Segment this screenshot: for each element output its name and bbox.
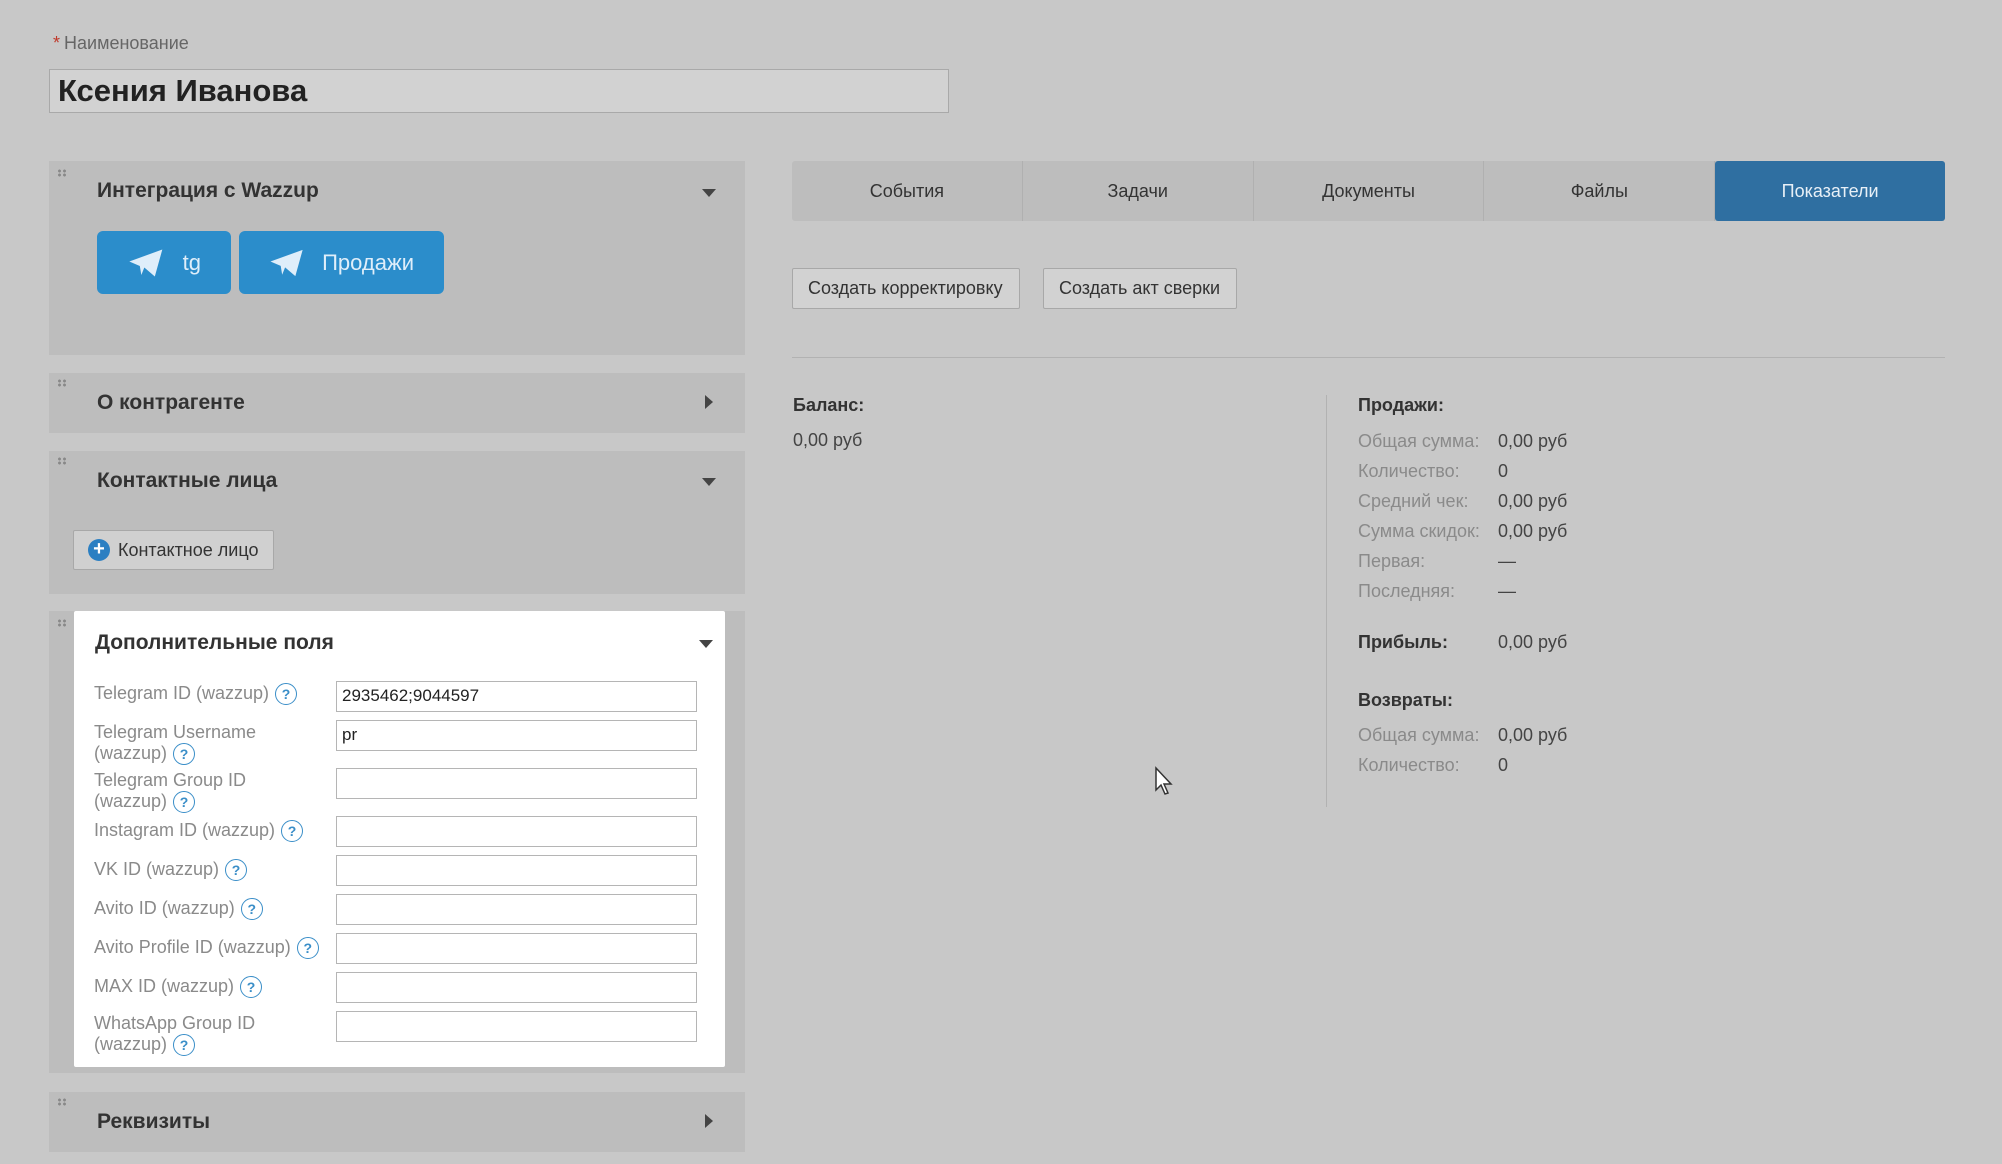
wazzup-sales-button[interactable]: Продажи (239, 231, 444, 294)
name-label: * Наименование (53, 33, 189, 54)
extra-fields-panel: Дополнительные поля Telegram ID (wazzup)… (49, 611, 745, 1073)
sales-discounts-value: 0,00 руб (1498, 521, 1568, 541)
sales-avg-value: 0,00 руб (1498, 491, 1568, 511)
help-icon[interactable]: ? (240, 976, 263, 999)
tab-bar: События Задачи Документы Файлы Показател… (792, 161, 1945, 221)
field-label: Telegram Username (wazzup)? (94, 722, 324, 766)
create-correction-button[interactable]: Создать корректировку (792, 268, 1020, 309)
sales-last-value: — (1498, 581, 1516, 601)
instagram-id-input[interactable] (336, 816, 697, 847)
sales-avg-label: Средний чек: (1358, 491, 1469, 511)
contacts-panel: Контактные лица + Контактное лицо (49, 451, 745, 594)
profit-value: 0,00 руб (1498, 632, 1568, 652)
returns-count-label: Количество: (1358, 755, 1460, 775)
wazzup-panel: Интеграция с Wazzup tg Продажи (49, 161, 745, 355)
field-label: Telegram Group ID (wazzup)? (94, 770, 324, 814)
sales-total-label: Общая сумма: (1358, 431, 1480, 451)
field-label: Telegram ID (wazzup)? (94, 683, 324, 706)
contacts-panel-title: Контактные лица (97, 469, 278, 492)
add-contact-label: Контактное лицо (118, 539, 259, 560)
add-contact-button[interactable]: + Контактное лицо (73, 530, 274, 570)
requisites-panel-title: Реквизиты (97, 1110, 211, 1133)
about-panel[interactable]: О контрагенте (49, 373, 745, 433)
returns-count-value: 0 (1498, 755, 1509, 775)
returns-total-value: 0,00 руб (1498, 725, 1568, 745)
plus-icon: + (88, 539, 110, 561)
telegram-icon (270, 249, 303, 276)
field-label: Avito ID (wazzup)? (94, 898, 324, 921)
drag-handle-icon[interactable] (57, 619, 67, 627)
telegram-id-input[interactable]: 2935462;9044597 (336, 681, 697, 712)
tab-indicators[interactable]: Показатели (1715, 161, 1945, 221)
collapse-icon[interactable] (699, 640, 713, 648)
sales-count-value: 0 (1498, 461, 1509, 481)
create-reconciliation-button[interactable]: Создать акт сверки (1043, 268, 1237, 309)
balance-value: 0,00 руб (793, 430, 863, 450)
help-icon[interactable]: ? (225, 859, 248, 882)
help-icon[interactable]: ? (173, 743, 196, 766)
wazzup-sales-label: Продажи (322, 249, 414, 275)
name-input[interactable]: Ксения Иванова (49, 69, 949, 113)
drag-handle-icon[interactable] (57, 379, 67, 387)
divider (1326, 395, 1327, 807)
help-icon[interactable]: ? (275, 683, 298, 706)
avito-profile-id-input[interactable] (336, 933, 697, 964)
telegram-icon (129, 249, 163, 276)
sales-count-label: Количество: (1358, 461, 1460, 481)
tab-events[interactable]: События (792, 161, 1023, 221)
field-label: Instagram ID (wazzup)? (94, 820, 324, 843)
avito-id-input[interactable] (336, 894, 697, 925)
extra-fields-card: Дополнительные поля Telegram ID (wazzup)… (74, 611, 725, 1067)
drag-handle-icon[interactable] (57, 169, 67, 177)
help-icon[interactable]: ? (296, 937, 319, 960)
tab-files[interactable]: Файлы (1484, 161, 1716, 221)
telegram-username-input[interactable]: pr (336, 720, 697, 751)
collapse-icon[interactable] (702, 478, 716, 486)
collapse-icon[interactable] (702, 189, 716, 197)
drag-handle-icon[interactable] (57, 457, 67, 465)
requisites-panel[interactable]: Реквизиты (49, 1092, 745, 1152)
sales-first-value: — (1498, 551, 1516, 571)
sales-first-label: Первая: (1358, 551, 1426, 571)
expand-icon[interactable] (705, 1114, 713, 1128)
sales-title: Продажи: (1358, 395, 1444, 415)
extra-panel-title: Дополнительные поля (95, 631, 334, 654)
returns-title: Возвраты: (1358, 690, 1453, 710)
tab-documents[interactable]: Документы (1254, 161, 1485, 221)
returns-total-label: Общая сумма: (1358, 725, 1480, 745)
vk-id-input[interactable] (336, 855, 697, 886)
name-label-text: Наименование (64, 33, 189, 53)
sales-total-value: 0,00 руб (1498, 431, 1568, 451)
field-label: Avito Profile ID (wazzup)? (94, 937, 344, 960)
max-id-input[interactable] (336, 972, 697, 1003)
telegram-group-id-input[interactable] (336, 768, 697, 799)
required-mark: * (53, 33, 61, 53)
mouse-cursor-icon (1155, 766, 1173, 795)
drag-handle-icon[interactable] (57, 1098, 67, 1106)
wazzup-panel-title: Интеграция с Wazzup (97, 179, 319, 202)
expand-icon[interactable] (705, 395, 713, 409)
field-label: WhatsApp Group ID (wazzup)? (94, 1013, 324, 1057)
sales-discounts-label: Сумма скидок: (1358, 521, 1480, 541)
help-icon[interactable]: ? (281, 820, 304, 843)
sales-last-label: Последняя: (1358, 581, 1456, 601)
field-label: VK ID (wazzup)? (94, 859, 324, 882)
wazzup-tg-button[interactable]: tg (97, 231, 231, 294)
help-icon[interactable]: ? (173, 791, 196, 814)
help-icon[interactable]: ? (240, 898, 263, 921)
divider (792, 357, 1945, 358)
wazzup-tg-label: tg (182, 249, 201, 275)
balance-title: Баланс: (793, 395, 865, 415)
whatsapp-group-id-input[interactable] (336, 1011, 697, 1042)
profit-title: Прибыль: (1358, 632, 1448, 652)
tab-tasks[interactable]: Задачи (1023, 161, 1254, 221)
field-label: MAX ID (wazzup)? (94, 976, 324, 999)
help-icon[interactable]: ? (173, 1034, 196, 1057)
about-panel-title: О контрагенте (97, 391, 245, 414)
